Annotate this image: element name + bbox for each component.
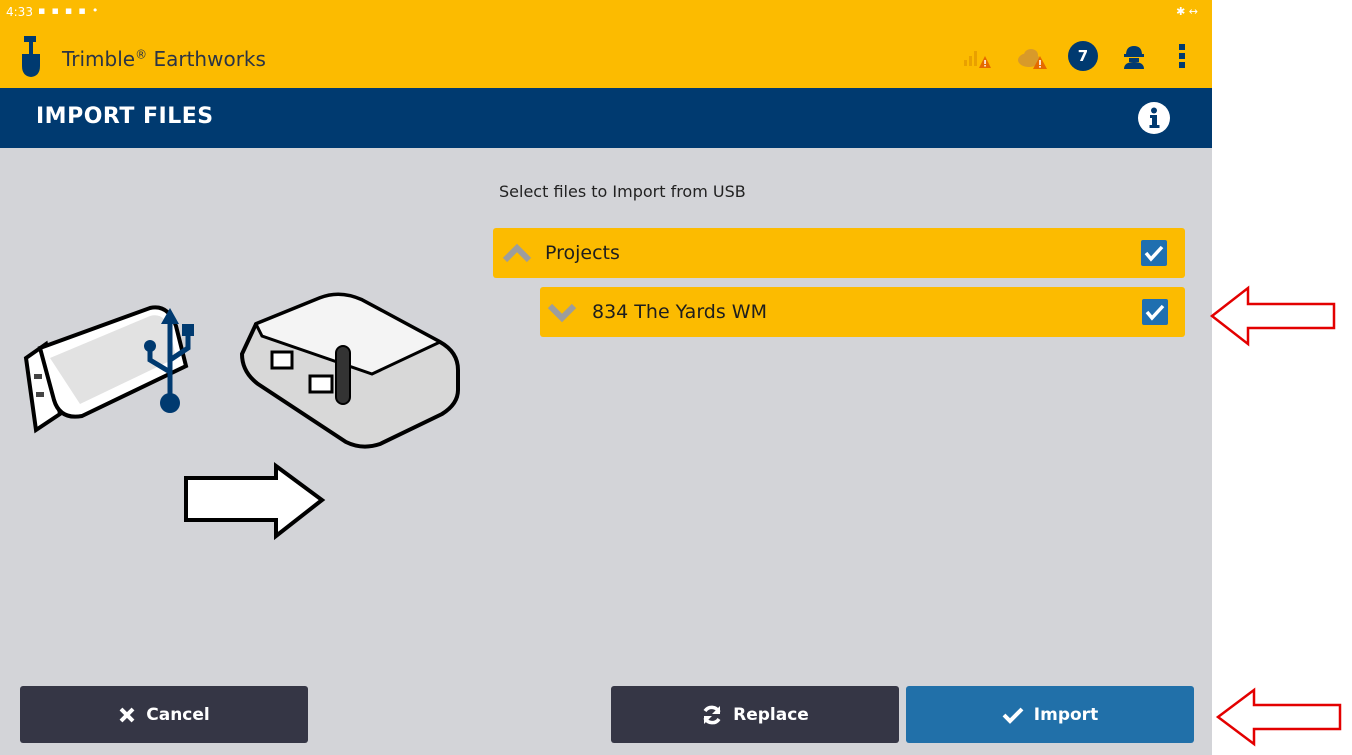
shovel-logo-icon xyxy=(22,36,40,77)
refresh-icon xyxy=(703,705,721,724)
checkmark-icon xyxy=(1002,707,1024,724)
status-time: 4:33 xyxy=(6,5,33,19)
tree-row-label: 834 The Yards WM xyxy=(592,301,767,323)
cancel-label: Cancel xyxy=(146,704,210,725)
cloud-warning-icon[interactable] xyxy=(1016,46,1050,70)
tree-row-label: Projects xyxy=(545,242,620,264)
close-icon xyxy=(119,707,135,722)
usb-to-device-illustration xyxy=(23,292,460,541)
chevron-down-icon[interactable] xyxy=(546,301,578,323)
page-header: IMPORT FILES xyxy=(0,88,1212,148)
import-button[interactable]: Import xyxy=(906,686,1194,743)
page-title: IMPORT FILES xyxy=(36,104,214,129)
app-bar: Trimble® Earthworks 7 xyxy=(0,24,1212,88)
more-vert-icon[interactable] xyxy=(1176,42,1188,70)
notification-count: 7 xyxy=(1077,47,1089,65)
bluetooth-icon: ✱ ↔ xyxy=(1176,5,1198,18)
annotation-arrow-import xyxy=(1215,687,1342,747)
replace-label: Replace xyxy=(733,704,809,725)
signal-warning-icon[interactable] xyxy=(962,46,992,70)
operator-icon[interactable] xyxy=(1120,42,1148,70)
cancel-button[interactable]: Cancel xyxy=(20,686,308,743)
chevron-up-icon[interactable] xyxy=(501,242,533,264)
import-prompt: Select files to Import from USB xyxy=(499,182,746,201)
app-window: 4:33 ▪▪▪▪• ✱ ↔ Trimble® Earthworks 7 IMP… xyxy=(0,0,1212,755)
annotation-arrow-checkbox xyxy=(1209,285,1336,347)
status-icons: ▪▪▪▪• xyxy=(38,4,105,17)
right-arrow-graphic xyxy=(184,462,326,541)
import-label: Import xyxy=(1033,704,1099,725)
notification-badge[interactable]: 7 xyxy=(1068,41,1098,71)
receiver-device-icon xyxy=(239,292,460,449)
tree-row-projects[interactable]: Projects xyxy=(493,228,1185,278)
checkbox-checked-icon[interactable] xyxy=(1142,299,1168,325)
tree-row-project-item[interactable]: 834 The Yards WM xyxy=(540,287,1185,337)
system-status-bar: 4:33 ▪▪▪▪• ✱ ↔ xyxy=(0,0,1212,24)
replace-button[interactable]: Replace xyxy=(611,686,899,743)
app-title: Trimble® Earthworks xyxy=(62,47,266,71)
info-icon[interactable] xyxy=(1137,101,1171,135)
checkbox-checked-icon[interactable] xyxy=(1141,240,1167,266)
